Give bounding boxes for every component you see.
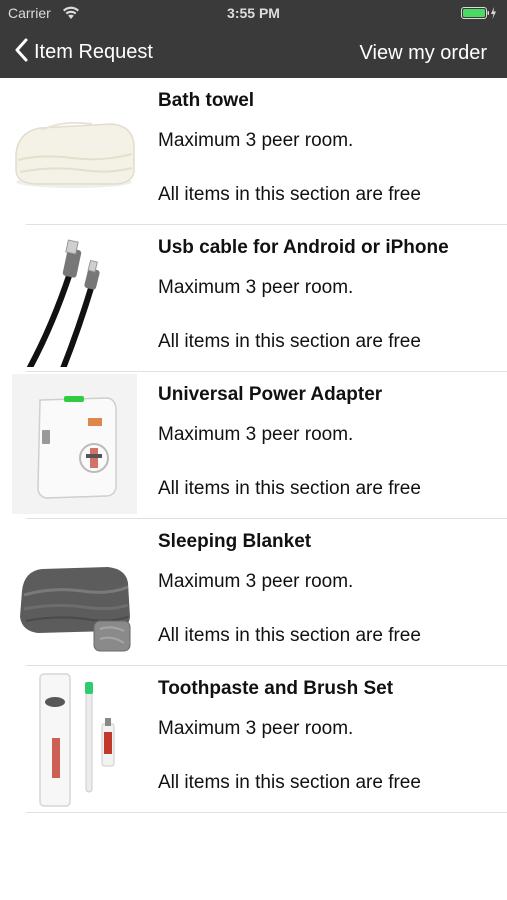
status-time: 3:55 PM (227, 5, 280, 21)
item-note: All items in this section are free (158, 478, 421, 499)
item-limit: Maximum 3 peer room. (158, 571, 354, 592)
item-title: Toothpaste and Brush Set (158, 678, 394, 699)
battery-charging-icon (461, 6, 497, 25)
item-title: Sleeping Blanket (158, 531, 312, 552)
item-limit: Maximum 3 peer room. (158, 424, 354, 445)
list-item[interactable]: Sleeping Blanket Maximum 3 peer room. Al… (0, 519, 507, 666)
item-limit: Maximum 3 peer room. (158, 130, 354, 151)
view-my-order-button[interactable]: View my order (360, 42, 487, 65)
back-button-label: Item Request (34, 40, 153, 63)
item-note: All items in this section are free (158, 772, 421, 793)
back-button[interactable]: Item Request (14, 38, 153, 66)
usb-cable-image (12, 227, 137, 374)
item-note: All items in this section are free (158, 184, 421, 205)
blanket-image (12, 521, 137, 661)
item-list: Bath towel Maximum 3 peer room. All item… (0, 78, 507, 813)
item-title: Bath towel (158, 90, 255, 111)
row-divider (26, 812, 507, 813)
list-item[interactable]: Universal Power Adapter Maximum 3 peer r… (0, 372, 507, 519)
toothpaste-brush-image (12, 668, 137, 808)
power-adapter-image (12, 374, 137, 514)
bath-towel-image (12, 80, 137, 220)
chevron-left-icon (14, 38, 28, 67)
list-item[interactable]: Usb cable for Android or iPhone Maximum … (0, 225, 507, 374)
navigation-bar: Item Request View my order (0, 26, 507, 78)
item-title: Universal Power Adapter (158, 384, 383, 405)
item-note: All items in this section are free (158, 625, 421, 646)
item-title: Usb cable for Android or iPhone (158, 237, 449, 258)
item-limit: Maximum 3 peer room. (158, 277, 354, 298)
status-bar: Carrier 3:55 PM (0, 0, 507, 26)
list-item[interactable]: Bath towel Maximum 3 peer room. All item… (0, 78, 507, 225)
item-note: All items in this section are free (158, 331, 421, 352)
list-item[interactable]: Toothpaste and Brush Set Maximum 3 peer … (0, 666, 507, 813)
item-limit: Maximum 3 peer room. (158, 718, 354, 739)
